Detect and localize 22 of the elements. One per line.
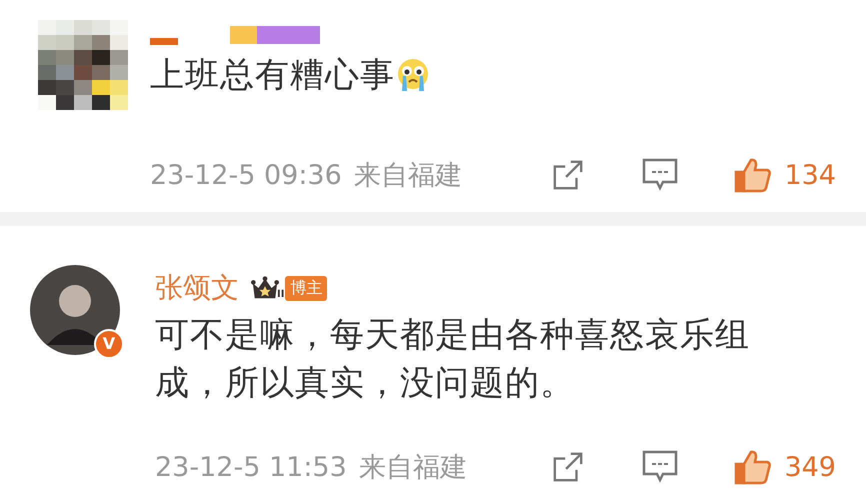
comment-icon[interactable] (642, 450, 678, 484)
location-text: 来自福建 (358, 451, 467, 485)
thumbs-up-icon (734, 157, 772, 193)
comment-text: 可不是嘛，每天都是由各种喜怒哀乐组成，所以真实，没问题的。 (155, 314, 751, 405)
level-text: II (277, 290, 284, 300)
timestamp: 23-12-5 09:36 (150, 160, 342, 190)
username[interactable]: 张颂文 (155, 269, 239, 307)
avatar[interactable] (30, 265, 120, 355)
comment-icon[interactable] (642, 158, 678, 192)
timestamp: 23-12-5 11:53 (155, 452, 347, 482)
location-text: 来自福建 (354, 159, 462, 193)
crown-icon (251, 275, 279, 301)
thumbs-up-icon (734, 449, 772, 485)
redaction-bar (150, 38, 178, 44)
comment-text: 上班总有糟心事 (150, 54, 395, 97)
like-button[interactable]: 349 (734, 449, 836, 485)
crying-face-icon (395, 57, 431, 93)
like-button[interactable]: 134 (734, 157, 836, 193)
share-icon[interactable] (552, 159, 584, 191)
share-icon[interactable] (552, 451, 584, 483)
blogger-tag: 博主 (285, 276, 328, 300)
verified-badge: V (94, 329, 124, 359)
